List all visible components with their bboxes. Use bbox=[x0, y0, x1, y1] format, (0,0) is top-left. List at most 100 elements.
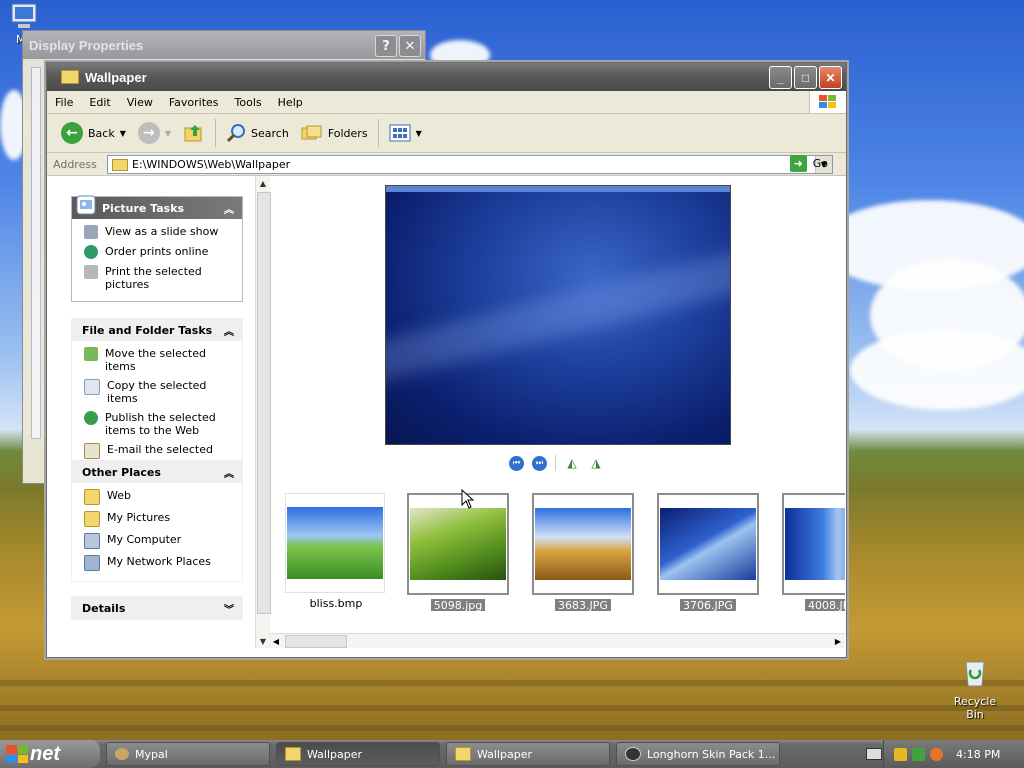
task-print-pictures[interactable]: Print the selected pictures bbox=[84, 265, 236, 291]
task-email[interactable]: E-mail the selected bbox=[84, 443, 236, 459]
thumbnail-caption: 4008.JPG bbox=[805, 599, 845, 611]
forward-button[interactable]: → ▼ bbox=[132, 118, 177, 148]
clock[interactable]: 4:18 PM bbox=[956, 748, 1000, 761]
taskbar-button-mypal[interactable]: Mypal bbox=[106, 742, 270, 766]
search-button[interactable]: Search bbox=[220, 118, 295, 148]
publish-web-icon bbox=[84, 411, 98, 425]
menu-help[interactable]: Help bbox=[270, 96, 311, 109]
taskbar: net Mypal Wallpaper Wallpaper Longhorn S… bbox=[0, 740, 1024, 768]
go-button[interactable]: ➜ Go bbox=[789, 155, 828, 172]
details-header[interactable]: Details ︾ bbox=[72, 597, 242, 619]
scroll-up-arrow-icon[interactable]: ▲ bbox=[256, 176, 270, 190]
thumbnail-item[interactable]: 3706.JPG bbox=[657, 493, 759, 611]
place-network[interactable]: My Network Places bbox=[84, 555, 236, 571]
views-button[interactable]: ▼ bbox=[383, 118, 428, 148]
task-copy-items[interactable]: Copy the selected items bbox=[84, 379, 236, 405]
taskbar-button-wallpaper[interactable]: Wallpaper bbox=[276, 742, 440, 766]
taskbar-button-label: Wallpaper bbox=[477, 747, 533, 761]
previous-image-icon[interactable]: ⏮ bbox=[509, 455, 524, 471]
back-button[interactable]: ← Back ▼ bbox=[55, 118, 132, 148]
menu-tools[interactable]: Tools bbox=[227, 96, 270, 109]
dropdown-arrow-icon: ▼ bbox=[415, 128, 422, 138]
search-icon bbox=[226, 124, 246, 143]
thumbnail-item[interactable]: bliss.bmp bbox=[285, 493, 387, 610]
menu-edit[interactable]: Edit bbox=[81, 96, 118, 109]
next-image-icon[interactable]: ⏭ bbox=[532, 455, 547, 471]
search-tray-icon[interactable] bbox=[930, 747, 943, 761]
thumbnail-frame bbox=[285, 493, 385, 593]
display-properties-titlebar[interactable]: Display Properties bbox=[23, 31, 425, 59]
expand-chevron-icon[interactable]: ︾ bbox=[224, 601, 234, 616]
thumbnail-item[interactable]: 5098.jpg bbox=[407, 493, 509, 611]
rotate-clockwise-icon[interactable]: ◭ bbox=[564, 456, 580, 471]
scroll-thumb[interactable] bbox=[257, 192, 271, 614]
task-publish-web[interactable]: Publish the selected items to the Web bbox=[84, 411, 236, 437]
place-label: Web bbox=[107, 489, 131, 502]
folders-icon bbox=[301, 125, 322, 140]
dialog-edge bbox=[31, 67, 41, 439]
thumbnail-caption: bliss.bmp bbox=[309, 597, 363, 610]
menu-favorites[interactable]: Favorites bbox=[161, 96, 227, 109]
menu-file[interactable]: File bbox=[47, 96, 81, 109]
task-pane-scrollbar[interactable]: ▲ ▼ bbox=[255, 176, 271, 648]
rotate-counterclockwise-icon[interactable]: ◮ bbox=[588, 456, 604, 471]
collapse-chevron-icon[interactable]: ︽ bbox=[224, 323, 234, 338]
thumbnail-caption: 3683.JPG bbox=[555, 599, 611, 611]
picture-tasks-header[interactable]: Picture Tasks ︽ bbox=[72, 195, 242, 219]
move-icon bbox=[84, 347, 98, 361]
filmstrip-scrollbar[interactable]: ◀ ▶ bbox=[269, 633, 845, 648]
network-icon[interactable] bbox=[912, 747, 925, 761]
scroll-down-arrow-icon[interactable]: ▼ bbox=[256, 634, 270, 648]
maximize-button[interactable]: □ bbox=[794, 66, 817, 89]
menu-view[interactable]: View bbox=[119, 96, 161, 109]
thumbnail-frame bbox=[532, 493, 634, 595]
minimize-button[interactable]: _ bbox=[769, 66, 792, 89]
task-move-items[interactable]: Move the selected items bbox=[84, 347, 236, 373]
thumbnail-item[interactable]: 3683.JPG bbox=[532, 493, 634, 611]
keyboard-icon[interactable] bbox=[866, 748, 882, 760]
up-folder-button[interactable] bbox=[177, 118, 211, 148]
dropdown-arrow-icon: ▼ bbox=[119, 128, 126, 138]
address-bar: Address E:\WINDOWS\Web\Wallpaper ▼ ➜ Go bbox=[47, 153, 846, 176]
recycle-bin-icon bbox=[965, 661, 985, 687]
security-shield-icon[interactable] bbox=[894, 747, 907, 761]
address-input[interactable]: E:\WINDOWS\Web\Wallpaper ▼ bbox=[107, 155, 833, 174]
taskbar-button-longhorn[interactable]: Longhorn Skin Pack 1... bbox=[616, 742, 780, 766]
cloud bbox=[850, 330, 1024, 410]
scroll-right-arrow-icon[interactable]: ▶ bbox=[831, 634, 845, 648]
collapse-chevron-icon[interactable]: ︽ bbox=[224, 465, 234, 480]
go-label: Go bbox=[812, 157, 828, 170]
picture-tasks-icon bbox=[76, 195, 96, 215]
scroll-thumb[interactable] bbox=[285, 635, 347, 648]
start-button[interactable]: net bbox=[0, 740, 100, 768]
place-label: My Pictures bbox=[107, 511, 171, 524]
file-folder-tasks-header[interactable]: File and Folder Tasks ︽ bbox=[72, 319, 242, 341]
place-my-pictures[interactable]: My Pictures bbox=[84, 511, 236, 527]
place-my-computer[interactable]: My Computer bbox=[84, 533, 236, 549]
folders-button[interactable]: Folders bbox=[295, 118, 374, 148]
task-slide-show[interactable]: View as a slide show bbox=[84, 225, 236, 239]
task-label: Copy the selected items bbox=[107, 379, 207, 405]
help-button[interactable]: ? bbox=[375, 35, 397, 57]
scroll-left-arrow-icon[interactable]: ◀ bbox=[269, 634, 283, 648]
task-order-prints[interactable]: Order prints online bbox=[84, 245, 236, 259]
taskbar-button-label: Wallpaper bbox=[307, 747, 363, 761]
address-value: E:\WINDOWS\Web\Wallpaper bbox=[132, 158, 291, 171]
taskbar-button-wallpaper-2[interactable]: Wallpaper bbox=[446, 742, 610, 766]
thumbnail-image bbox=[660, 508, 756, 580]
installer-icon bbox=[625, 747, 641, 761]
other-places-header[interactable]: Other Places ︽ bbox=[72, 461, 242, 483]
thumbnail-item[interactable]: 4008.JPG bbox=[782, 493, 845, 611]
close-button[interactable]: ✕ bbox=[399, 35, 421, 57]
email-icon bbox=[84, 443, 100, 459]
place-web[interactable]: Web bbox=[84, 489, 236, 505]
window-titlebar[interactable]: Wallpaper _ □ ✕ bbox=[47, 63, 846, 91]
controls-separator bbox=[555, 455, 556, 471]
views-icon bbox=[389, 124, 411, 142]
filmstrip: bliss.bmp 5098.jpg 3683.JPG 3706.JPG 400… bbox=[285, 493, 845, 611]
picture-tasks-panel: Picture Tasks ︽ View as a slide show Ord… bbox=[71, 195, 243, 302]
collapse-chevron-icon[interactable]: ︽ bbox=[224, 201, 234, 216]
explorer-window[interactable]: Wallpaper _ □ ✕ File Edit View Favorites… bbox=[46, 62, 847, 658]
recycle-bin-desktop-icon[interactable]: Recycle Bin bbox=[944, 656, 1006, 721]
close-button[interactable]: ✕ bbox=[819, 66, 842, 89]
